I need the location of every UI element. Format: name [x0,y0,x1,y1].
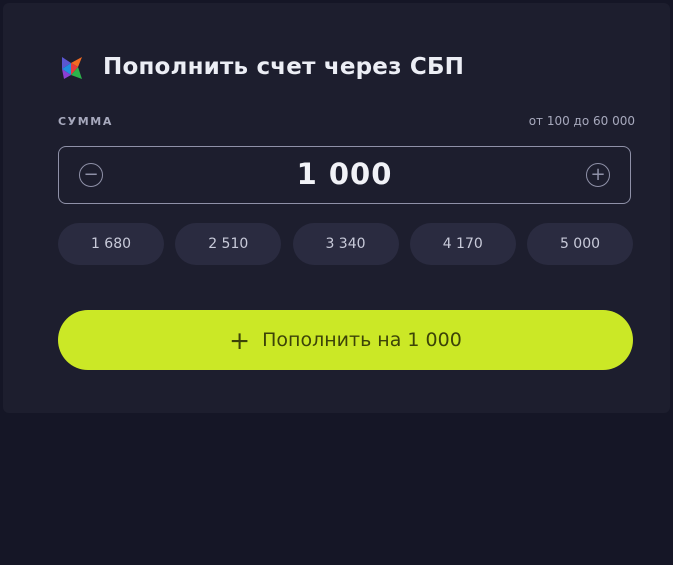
page-title: Пополнить счет через СБП [103,54,465,80]
plus-circle-icon[interactable]: + [586,163,610,187]
preset-chip[interactable]: 3 340 [292,223,399,265]
sbp-logo-icon [58,53,86,81]
amount-input[interactable]: − 1 000 + [58,146,631,204]
amount-range: от 100 до 60 000 [528,114,635,128]
plus-icon: + [229,325,251,355]
preset-chip[interactable]: 5 000 [527,223,633,265]
preset-chip[interactable]: 4 170 [409,223,516,265]
amount-label: СУММА [58,115,113,128]
topup-button-label: Пополнить на 1 000 [262,329,462,351]
topup-button[interactable]: + Пополнить на 1 000 [58,310,633,370]
amount-value[interactable]: 1 000 [59,157,630,191]
preset-chip[interactable]: 1 680 [58,223,164,265]
preset-amounts: 1 680 2 510 3 340 4 170 5 000 [58,223,633,265]
page: Пополнить счет через СБП СУММА от 100 до… [0,0,673,565]
preset-chip[interactable]: 2 510 [175,223,282,265]
card-header: Пополнить счет через СБП [58,51,464,83]
